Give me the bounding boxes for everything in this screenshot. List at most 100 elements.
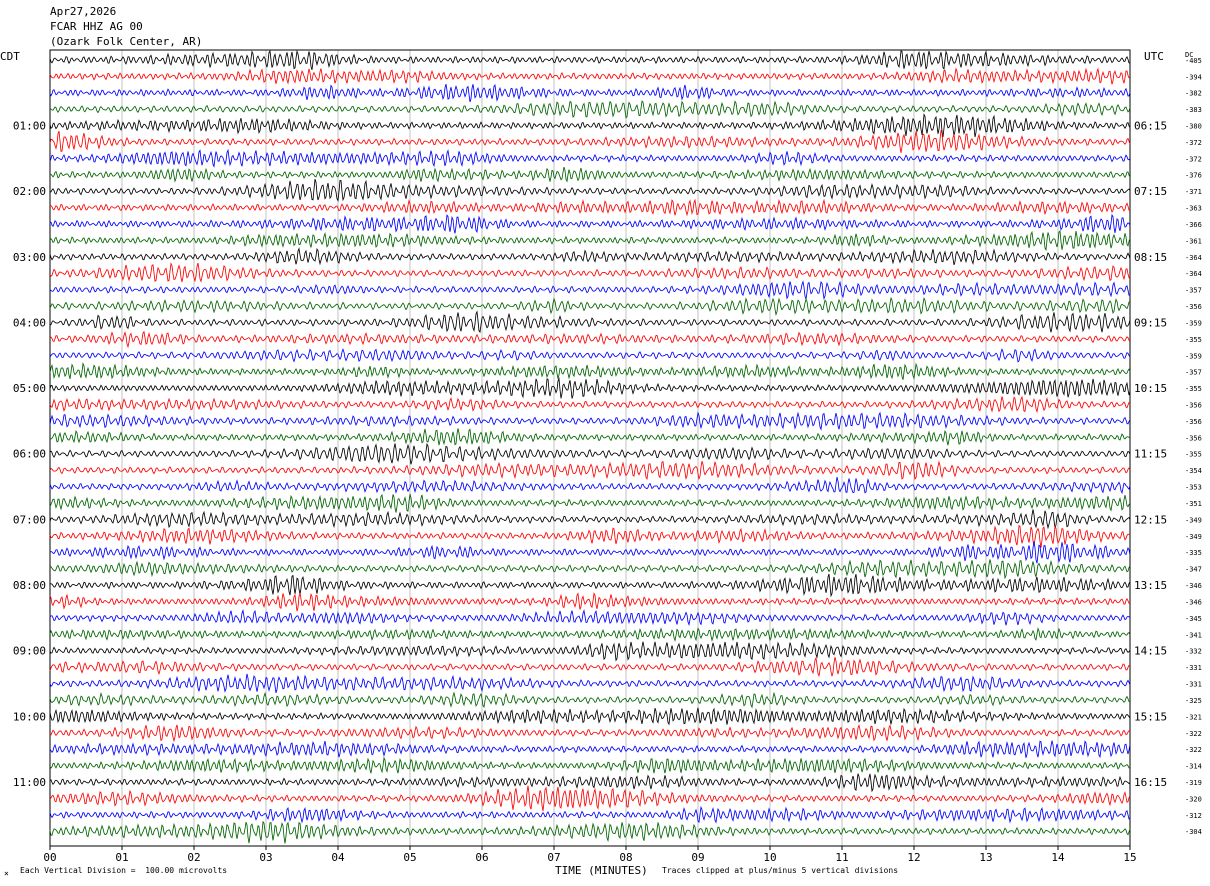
seismic-trace xyxy=(49,330,1131,349)
x-tick-label: 13 xyxy=(979,851,992,864)
dc-offset-label: -331 xyxy=(1185,664,1202,672)
dc-offset-label: -335 xyxy=(1185,549,1202,557)
seismic-trace xyxy=(49,820,1131,844)
left-hour-label: 08:00 xyxy=(13,579,46,592)
dc-offset-label: -382 xyxy=(1185,90,1202,98)
dc-offset-label: -322 xyxy=(1185,746,1202,754)
dc-offset-label: -359 xyxy=(1185,352,1202,360)
clip-note: Traces clipped at plus/minus 5 vertical … xyxy=(662,866,899,875)
dc-offset-label: -354 xyxy=(1185,467,1202,475)
left-hour-label: 09:00 xyxy=(13,645,46,658)
seismic-trace xyxy=(49,395,1131,414)
seismic-trace xyxy=(49,573,1131,598)
right-hour-label: 08:15 xyxy=(1134,251,1167,264)
seismic-trace xyxy=(49,377,1131,399)
x-tick-label: 07 xyxy=(547,851,560,864)
dc-offset-label: -361 xyxy=(1185,237,1202,245)
seismic-trace xyxy=(49,442,1131,465)
dc-offset-label: -356 xyxy=(1185,303,1202,311)
dc-offset-label: -355 xyxy=(1185,385,1202,393)
seismic-trace xyxy=(49,213,1131,234)
right-hour-label: 12:15 xyxy=(1134,513,1167,526)
x-tick-label: 15 xyxy=(1123,851,1136,864)
seismic-trace xyxy=(49,67,1131,85)
seismic-trace xyxy=(49,627,1131,642)
dc-offset-label: -312 xyxy=(1185,812,1202,820)
scale-note: Each Vertical Division = 100.00 microvol… xyxy=(20,866,228,875)
seismic-trace xyxy=(49,460,1131,481)
left-hour-label: 03:00 xyxy=(13,251,46,264)
seismic-trace xyxy=(49,805,1131,824)
dc-offset-label: -394 xyxy=(1185,73,1202,81)
left-hour-label: 02:00 xyxy=(13,185,46,198)
dc-offset-label: -372 xyxy=(1185,139,1202,147)
seismic-trace xyxy=(49,178,1131,202)
dc-offset-label: -304 xyxy=(1185,828,1202,836)
x-axis-title: TIME (MINUTES) xyxy=(555,864,648,877)
dc-offset-label: -332 xyxy=(1185,648,1202,656)
left-hour-label: 11:00 xyxy=(13,776,46,789)
dc-offset-label: -345 xyxy=(1185,615,1202,623)
x-tick-label: 05 xyxy=(403,851,416,864)
dc-offset-label: -363 xyxy=(1185,205,1202,213)
seismic-trace xyxy=(49,347,1131,363)
x-tick-label: 01 xyxy=(115,851,128,864)
seismic-trace xyxy=(49,362,1131,380)
x-tick-label: 02 xyxy=(187,851,200,864)
seismic-trace xyxy=(49,559,1131,580)
dc-offset-label: -364 xyxy=(1185,254,1202,262)
seismic-trace xyxy=(49,130,1131,153)
dc-offset-label: -357 xyxy=(1185,287,1202,295)
dc-offset-label: -320 xyxy=(1185,795,1202,803)
seismic-trace xyxy=(49,49,1131,70)
seismic-trace xyxy=(49,541,1131,564)
dc-offset-label: -357 xyxy=(1185,369,1202,377)
seismic-trace xyxy=(49,740,1131,759)
dc-offset-label: -347 xyxy=(1185,566,1202,574)
corner-mark: × xyxy=(4,869,9,878)
right-hour-label: 06:15 xyxy=(1134,119,1167,132)
dc-header-label: DC xyxy=(1185,51,1193,59)
dc-offset-label: -355 xyxy=(1185,336,1202,344)
seismic-trace xyxy=(49,641,1131,662)
seismic-trace xyxy=(49,247,1131,266)
right-hour-label: 10:15 xyxy=(1134,382,1167,395)
dc-offset-label: -349 xyxy=(1185,516,1202,524)
dc-offset-label: -341 xyxy=(1185,631,1202,639)
seismic-trace xyxy=(49,524,1131,548)
seismic-trace xyxy=(49,198,1131,217)
dc-offset-label: -380 xyxy=(1185,122,1202,130)
dc-offset-label: -319 xyxy=(1185,779,1202,787)
seismic-trace xyxy=(49,148,1131,168)
dc-offset-label: -371 xyxy=(1185,188,1202,196)
dc-offset-label: -325 xyxy=(1185,697,1202,705)
left-hour-label: 01:00 xyxy=(13,119,46,132)
seismic-trace xyxy=(49,608,1131,627)
seismic-trace xyxy=(49,280,1131,301)
seismic-trace xyxy=(49,310,1131,334)
seismic-trace xyxy=(49,707,1131,726)
dc-offset-label: -366 xyxy=(1185,221,1202,229)
x-tick-label: 08 xyxy=(619,851,632,864)
right-hour-label: 15:15 xyxy=(1134,710,1167,723)
dc-offset-label: -346 xyxy=(1185,582,1202,590)
x-tick-label: 03 xyxy=(259,851,272,864)
plot-frame xyxy=(49,49,1131,847)
left-hour-label: 10:00 xyxy=(13,710,46,723)
seismic-trace xyxy=(49,477,1131,495)
right-hour-label: 11:15 xyxy=(1134,448,1167,461)
seismic-trace xyxy=(49,691,1131,709)
seismic-trace xyxy=(49,113,1131,138)
seismic-trace xyxy=(49,756,1131,774)
left-hour-label: 05:00 xyxy=(13,382,46,395)
right-hour-label: 13:15 xyxy=(1134,579,1167,592)
seismic-trace xyxy=(49,83,1131,103)
dc-offset-label: -314 xyxy=(1185,763,1202,771)
seismic-trace xyxy=(49,262,1131,283)
right-hour-label: 07:15 xyxy=(1134,185,1167,198)
dc-offset-label: -376 xyxy=(1185,172,1202,180)
seismic-trace xyxy=(49,509,1131,530)
seismic-trace xyxy=(49,100,1131,119)
x-tick-label: 11 xyxy=(835,851,848,864)
dc-offset-label: -349 xyxy=(1185,533,1202,541)
